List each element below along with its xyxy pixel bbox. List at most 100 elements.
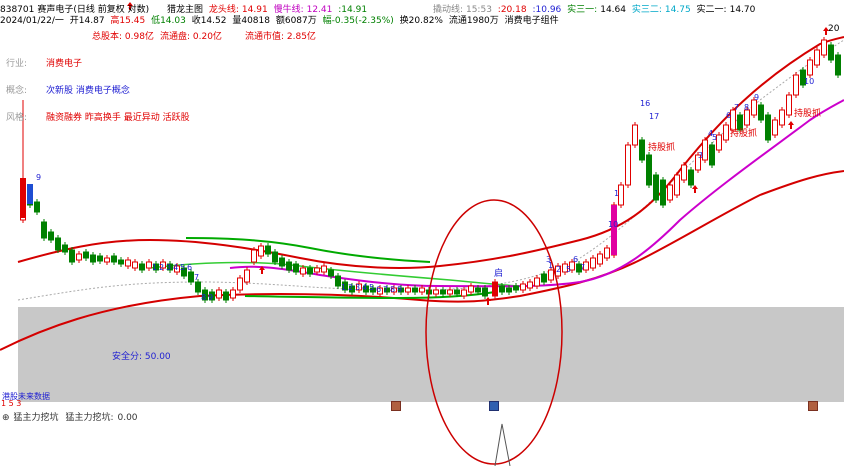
candle-body — [41, 221, 47, 239]
candle-body — [639, 139, 645, 161]
candle-body — [230, 289, 236, 299]
candle-body — [223, 291, 229, 301]
candle-body — [835, 54, 841, 76]
candle-body — [55, 237, 61, 251]
candle-body-highlight — [765, 118, 771, 140]
sequence-count-label: 1 — [614, 189, 619, 198]
candle-body — [468, 285, 474, 293]
candle-body-highlight — [611, 205, 617, 255]
sequence-count-label: 4 — [173, 263, 178, 272]
sequence-count-label: 9 — [208, 293, 213, 302]
solid3-label: 实二一: — [696, 5, 727, 15]
sequence-count-label: 1 — [341, 283, 346, 292]
date-marker[interactable] — [391, 401, 401, 411]
sequence-count-label: 5 — [712, 133, 717, 142]
candle-body — [482, 287, 488, 297]
candle-body — [751, 99, 757, 116]
sequence-count-label: 3 — [698, 151, 703, 160]
sequence-count-label: 4 — [362, 283, 367, 292]
candle-body — [76, 253, 82, 261]
candle-body — [779, 109, 785, 126]
candle-body — [97, 255, 103, 262]
candle-body — [412, 287, 418, 293]
indicator-panel-value: 0.00 — [117, 413, 138, 423]
quote-float: 流通1980万 — [448, 16, 499, 26]
sequence-count-label: 2 — [348, 283, 353, 292]
date-marker[interactable] — [489, 401, 499, 411]
candle-body — [548, 269, 554, 281]
date-marker[interactable] — [808, 401, 818, 411]
candle-body — [793, 74, 799, 96]
concept-label: 概念: — [6, 86, 28, 96]
quote-date: 2024/01/22/一 — [0, 16, 64, 26]
peak-label: 20 — [828, 24, 840, 34]
candle-body — [590, 257, 596, 269]
kline-chart[interactable]: 1 2 3 4 5 678 91 2 3 4 5 6 7 8 91 23567101161734567 8910… — [0, 0, 844, 466]
sequence-count-label: 6 — [573, 255, 578, 264]
style-value: 融资融券 昨高换手 最近异动 活跃股 — [46, 113, 190, 123]
quote-close: 收14.52 — [191, 16, 227, 26]
candle-body — [807, 59, 813, 76]
candle-body — [454, 289, 460, 295]
quote-low: 低14.03 — [151, 16, 186, 26]
sequence-count-label: 8 — [744, 103, 749, 112]
candle-body — [723, 124, 729, 141]
candle-body — [244, 269, 250, 283]
sequence-count-label: 6 — [726, 111, 731, 120]
candle-body — [520, 283, 526, 291]
quote-volume: 量40818 — [232, 16, 270, 26]
candle-body — [237, 277, 243, 291]
candle-body — [499, 285, 505, 293]
candle-body — [62, 244, 68, 253]
quote-bar: 2024/01/22/一 开14.87 高15.45 低14.03 收14.52… — [0, 13, 562, 26]
sequence-count-label: 3 — [166, 263, 171, 272]
concept-value: 次新股 消费电子概念 — [46, 86, 130, 96]
candle-body-highlight — [20, 178, 26, 218]
candle-body — [534, 277, 540, 287]
sequence-count-label: 2 — [159, 263, 164, 272]
style-label: 风格: — [6, 113, 28, 123]
sequence-count-label: 17 — [649, 112, 659, 121]
candle-body — [688, 169, 694, 186]
green-band-upper — [185, 237, 431, 263]
solid2-value: 14.75 — [664, 5, 691, 15]
safety-score: 安全分: 50.00 — [112, 352, 171, 362]
sequence-count-label: 3 — [355, 283, 360, 292]
candle-body — [667, 184, 673, 201]
candle-body — [461, 289, 467, 297]
candle-body — [83, 251, 89, 259]
candle-body — [433, 289, 439, 295]
sequence-count-label: 5 — [180, 263, 185, 272]
sequence-count-label: 10 — [804, 77, 814, 86]
candle-body — [625, 144, 631, 186]
sequence-count-label: 2 — [556, 265, 561, 274]
solid2-label: 实三二: — [631, 5, 662, 15]
candle-body — [821, 39, 827, 56]
buy-label: 持股抓 — [648, 143, 676, 153]
candle-body — [146, 261, 152, 269]
candle-body — [660, 179, 666, 206]
candle-body — [506, 287, 512, 293]
candle-body — [188, 271, 194, 283]
indicator-header: ⊕ 猛主力挖坑 猛主力挖坑: 0.00 — [2, 410, 142, 423]
candle-body — [307, 267, 313, 275]
candle-body — [405, 287, 411, 293]
sequence-count-label: 7 — [383, 285, 388, 294]
sequence-count-label: 8 — [390, 285, 395, 294]
sequence-count-label: 5 — [369, 283, 374, 292]
industry-value: 消费电子 — [46, 59, 83, 69]
candle-body — [513, 285, 519, 291]
buy-label-3: 持股抓 — [794, 109, 822, 119]
candle-body — [272, 251, 278, 263]
sequence-count-label: 9 — [397, 285, 402, 294]
buy-label-2: 持股抓 — [730, 129, 758, 139]
candle-body-highlight — [646, 158, 652, 184]
solid1-label: 实三一: — [567, 5, 598, 15]
candle-body — [419, 287, 425, 293]
candle-body — [216, 289, 222, 299]
sequence-count-label: 6 — [187, 263, 192, 272]
indicator-icon[interactable]: ⊕ — [2, 413, 10, 423]
sequence-count-label: 16 — [640, 99, 650, 108]
quote-amount: 额6087万 — [275, 16, 317, 26]
candle-body — [300, 267, 306, 275]
